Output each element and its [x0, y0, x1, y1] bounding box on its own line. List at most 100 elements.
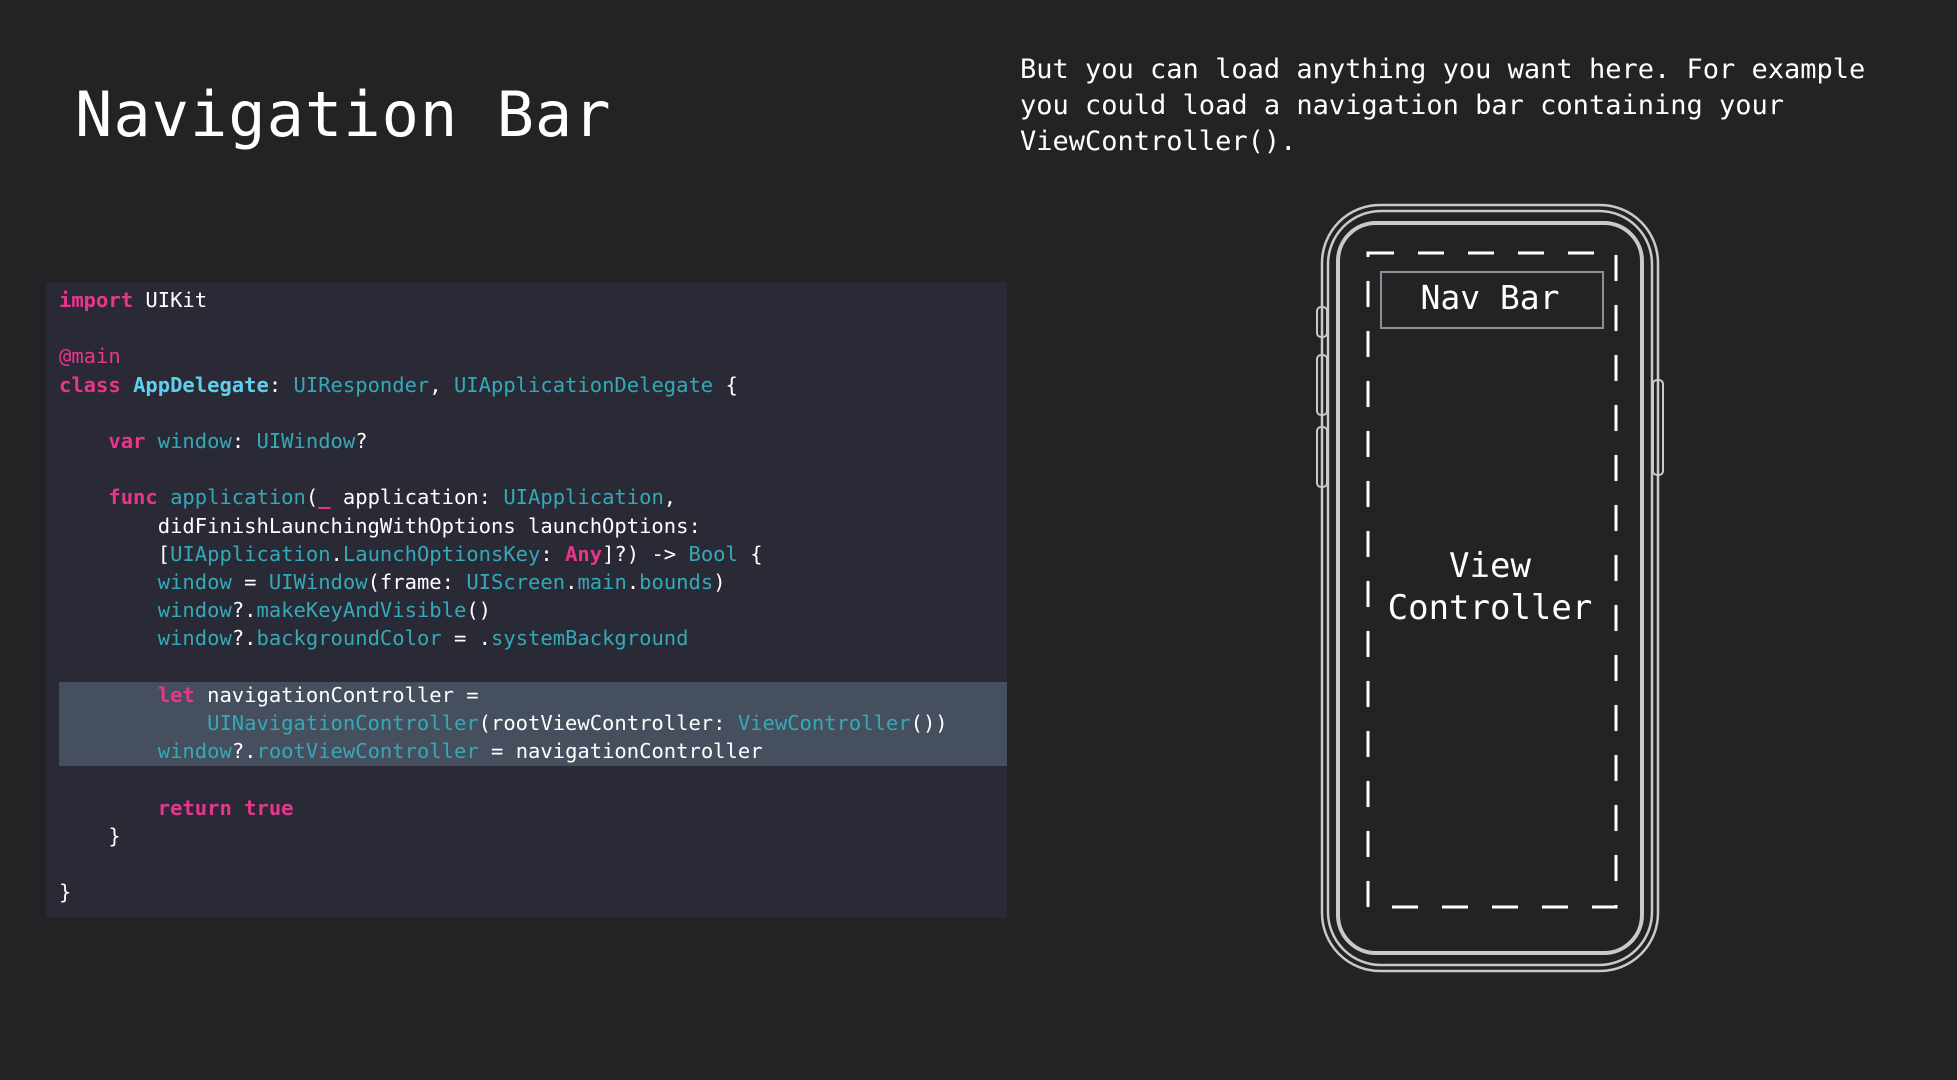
code-token: ,	[429, 372, 454, 397]
code-token: Bool	[688, 541, 738, 566]
code-token: UIApplication	[503, 485, 664, 510]
code-token: didFinishLaunchingWithOptions launchOpti…	[59, 513, 701, 538]
code-line: didFinishLaunchingWithOptions launchOpti…	[59, 512, 1007, 540]
code-line: class AppDelegate: UIResponder, UIApplic…	[59, 371, 1007, 399]
code-token: = navigationController	[478, 739, 763, 764]
code-line: import UIKit	[59, 286, 1007, 314]
code-line: func application(_ application: UIApplic…	[59, 483, 1007, 511]
code-token: application:	[330, 485, 504, 510]
code-token: ?	[355, 429, 368, 453]
code-token: makeKeyAndVisible	[256, 598, 467, 623]
code-token: [	[59, 541, 171, 566]
code-token: UIScreen	[466, 570, 566, 594]
code-token: ,	[663, 485, 677, 510]
code-token: application	[170, 485, 306, 510]
code-token: window	[157, 570, 232, 594]
phone-diagram: Nav Bar View Controller	[1300, 195, 1700, 985]
code-token: UIApplicationDelegate	[453, 372, 714, 397]
code-snippet: import UIKit @main class AppDelegate: UIRe…	[46, 282, 1007, 918]
code-token: UINavigationController	[207, 711, 479, 735]
code-token: import	[59, 288, 134, 312]
code-token: ]?) ->	[602, 541, 689, 566]
code-token: window	[157, 429, 232, 453]
view-controller-label-line-1: View	[1449, 546, 1531, 586]
view-controller-label-line-2: Controller	[1387, 588, 1593, 628]
code-token: ()	[466, 598, 492, 623]
code-token: @main	[59, 344, 121, 369]
code-line: UINavigationController(rootViewControlle…	[59, 709, 1007, 737]
caption-line-2: you could load a navigation bar containi…	[1020, 90, 1785, 121]
code-token: var	[108, 429, 146, 453]
code-token: Any	[565, 541, 603, 566]
code-token: UIWindow	[268, 570, 368, 594]
code-token: ViewController	[737, 711, 911, 735]
code-token: true	[244, 795, 294, 820]
slide-title: Navigation Bar	[75, 78, 612, 151]
code-line: }	[59, 878, 1007, 906]
code-token: LaunchOptionsKey	[342, 541, 541, 566]
code-token: UIWindow	[256, 429, 356, 453]
code-token: let	[157, 682, 195, 707]
code-token: rootViewController	[256, 739, 479, 764]
code-token: ?.	[231, 626, 257, 651]
code-token: class	[59, 372, 121, 397]
code-token: (	[305, 485, 319, 510]
code-line: }	[59, 822, 1007, 850]
code-token: bounds	[639, 570, 714, 594]
code-token: }	[59, 880, 72, 905]
code-token: _	[318, 485, 331, 510]
code-line: return true	[59, 794, 1007, 822]
code-token: func	[108, 485, 158, 510]
code-token: ?.	[231, 739, 257, 764]
code-token: ?.	[231, 598, 257, 623]
code-token: window	[157, 598, 232, 623]
caption-line-1: But you can load anything you want here.…	[1020, 54, 1866, 85]
caption-line-3: ViewController().	[1020, 126, 1297, 157]
code-line: let navigationController =	[59, 681, 1007, 709]
code-token: return	[157, 795, 232, 820]
code-token: navigationController =	[194, 682, 479, 707]
code-token: window	[157, 739, 232, 764]
code-token: :	[540, 541, 566, 566]
view-controller-label: View Controller	[1360, 545, 1620, 629]
code-line: @main	[59, 342, 1007, 370]
code-token: .	[626, 570, 640, 594]
code-token: =	[231, 570, 269, 594]
code-token: :	[231, 429, 257, 453]
caption-text: But you can load anything you want here.…	[1020, 52, 1940, 160]
code-token: UIKit	[133, 288, 208, 312]
code-token: {	[713, 372, 738, 397]
code-token: :	[268, 372, 294, 397]
code-line: var window: UIWindow?	[59, 427, 1007, 455]
code-token: AppDelegate	[133, 372, 269, 397]
code-token: (frame:	[367, 570, 467, 594]
code-token: systemBackground	[491, 626, 689, 651]
code-token: UIApplication	[170, 541, 331, 566]
code-token: )	[713, 570, 726, 594]
code-line: [UIApplication.LaunchOptionsKey: Any]?) …	[59, 540, 1007, 568]
code-token: = .	[441, 626, 492, 651]
code-line: window?.makeKeyAndVisible()	[59, 596, 1007, 624]
code-line: window?.backgroundColor = .systemBackgro…	[59, 624, 1007, 652]
code-token: (rootViewController:	[478, 711, 738, 735]
code-token: }	[59, 823, 121, 848]
code-line: window?.rootViewController = navigationC…	[59, 737, 1007, 765]
code-token: .	[330, 541, 343, 566]
code-token: ())	[910, 711, 948, 735]
code-token: .	[565, 570, 578, 594]
